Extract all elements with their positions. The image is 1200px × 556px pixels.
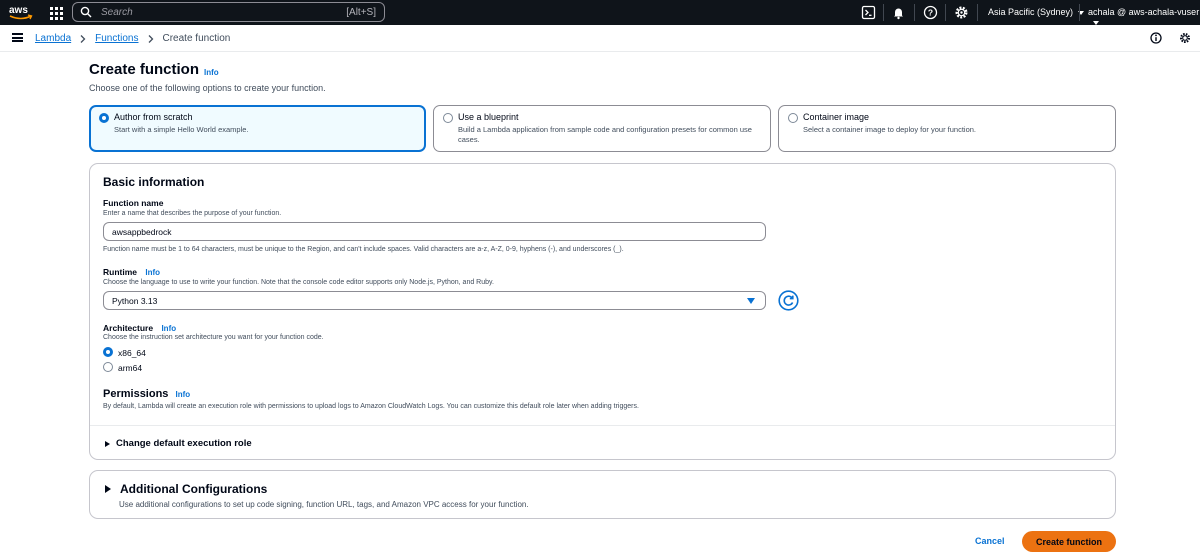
architecture-info-link[interactable]: Info [161,324,176,333]
option-desc: Build a Lambda application from sample c… [458,125,752,144]
permissions-desc: By default, Lambda will create an execut… [103,403,639,410]
chevron-right-icon [80,34,86,43]
function-name-label: Function name [103,198,164,208]
breadcrumb-current: Create function [162,33,231,44]
breadcrumb-lambda[interactable]: Lambda [35,33,71,44]
runtime-label: Runtime Info [103,267,160,277]
permissions-label-text: Permissions [103,388,169,400]
additional-configurations-panel[interactable]: Additional Configurations Use additional… [89,470,1116,519]
aws-logo[interactable]: aws [8,3,34,22]
caret-right-icon [105,485,111,493]
radio-button[interactable] [103,362,113,372]
architecture-label: Architecture Info [103,323,176,333]
account-label: achala @ aws-achala-vuser [1088,7,1200,17]
runtime-label-text: Runtime [103,267,137,277]
option-desc: Start with a simple Hello World example. [114,125,249,134]
help-icon[interactable]: ? [923,5,938,20]
expander-label: Change default execution role [116,438,252,449]
panel-heading: Additional Configurations [120,482,268,496]
runtime-value: Python 3.13 [112,296,158,306]
additional-configurations-header[interactable]: Additional Configurations [105,482,267,496]
runtime-info-link[interactable]: Info [145,268,160,277]
architecture-option-label: x86_64 [118,348,146,358]
architecture-desc: Choose the instruction set architecture … [103,334,324,341]
search-shortcut: [Alt+S] [346,7,376,18]
option-container-image[interactable]: Container image Select a container image… [778,105,1116,152]
nav-divider [977,4,978,21]
nav-divider [945,4,946,21]
basic-information-panel: Basic information Function name Enter a … [89,163,1116,460]
svg-text:aws: aws [9,5,28,16]
region-selector[interactable]: Asia Pacific (Sydney) [988,7,1085,17]
search-icon [80,6,92,18]
cancel-button[interactable]: Cancel [975,536,1005,546]
chevron-right-icon [148,34,153,43]
function-name-input[interactable]: awsappbedrock [103,222,766,241]
change-execution-role-expander[interactable]: Change default execution role [105,438,252,449]
caret-down-icon [747,298,755,304]
refresh-icon[interactable] [778,290,799,311]
nav-divider [883,4,884,21]
services-menu-icon[interactable] [48,5,64,21]
option-title: Use a blueprint [458,112,519,122]
radio-button[interactable] [443,113,453,123]
gear-icon[interactable] [954,5,969,20]
architecture-label-text: Architecture [103,323,154,333]
function-name-desc: Enter a name that describes the purpose … [103,210,282,217]
function-name-hint: Function name must be 1 to 64 characters… [103,246,624,253]
nav-divider [914,4,915,21]
page-subtitle: Choose one of the following options to c… [89,83,326,93]
info-circle-icon[interactable] [1150,32,1162,44]
option-author-from-scratch[interactable]: Author from scratch Start with a simple … [89,105,426,152]
info-link[interactable]: Info [204,68,219,77]
permissions-info-link[interactable]: Info [175,390,190,399]
top-navigation: aws Search [Alt+S] ? Asia Pacific (Sydne… [0,0,1200,25]
breadcrumb-functions[interactable]: Functions [95,33,138,44]
runtime-select[interactable]: Python 3.13 [103,291,766,310]
cloudshell-icon[interactable] [861,5,876,20]
radio-button[interactable] [103,347,113,357]
page-title: Create function [89,61,200,78]
menu-icon[interactable] [12,33,23,42]
option-use-a-blueprint[interactable]: Use a blueprint Build a Lambda applicati… [433,105,771,152]
option-title: Container image [803,112,870,122]
nav-divider [1079,4,1080,21]
panel-heading: Basic information [103,175,205,189]
divider [90,425,1115,426]
create-function-button[interactable]: Create function [1022,531,1116,552]
architecture-option-label: arm64 [118,363,143,373]
settings-icon[interactable] [1179,32,1191,44]
account-menu[interactable]: achala @ aws-achala-vuser [1088,7,1200,27]
option-desc: Select a container image to deploy for y… [803,125,977,134]
bell-icon[interactable] [891,5,906,20]
region-label: Asia Pacific (Sydney) [988,7,1074,17]
permissions-label: Permissions Info [103,388,190,400]
panel-desc: Use additional configurations to set up … [119,500,529,509]
search-input[interactable]: Search [Alt+S] [72,2,385,22]
svg-text:?: ? [928,8,933,18]
option-title: Author from scratch [114,112,193,122]
radio-button[interactable] [788,113,798,123]
runtime-desc: Choose the language to use to write your… [103,279,494,286]
search-placeholder: Search [101,6,133,18]
caret-right-icon [105,440,110,447]
breadcrumb: Lambda Functions Create function [35,33,230,44]
radio-button[interactable] [99,113,109,123]
breadcrumb-bar: Lambda Functions Create function [0,25,1200,52]
